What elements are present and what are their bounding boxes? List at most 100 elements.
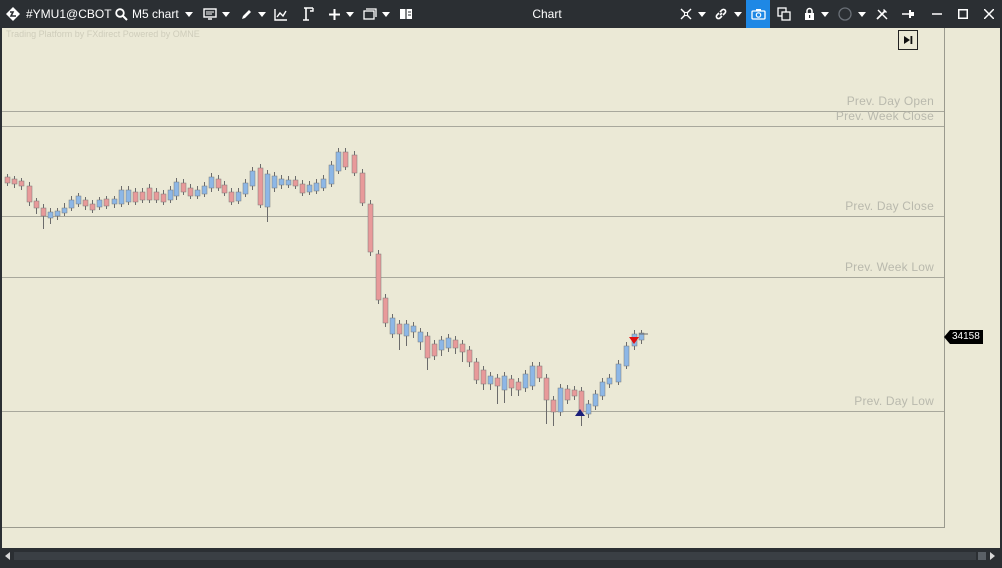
candlestick-21 bbox=[153, 188, 160, 203]
candlestick-65 bbox=[466, 346, 473, 367]
candlestick-72 bbox=[515, 378, 522, 396]
timeframe-dropdown[interactable]: M5 chart bbox=[132, 0, 194, 28]
candlestick-2 bbox=[18, 178, 25, 190]
candlestick-80 bbox=[571, 386, 578, 400]
add-icon[interactable] bbox=[324, 0, 344, 28]
candlestick-77 bbox=[550, 396, 557, 426]
window-layout-icon[interactable] bbox=[360, 0, 380, 28]
candlestick-25 bbox=[180, 179, 187, 195]
candlestick-37 bbox=[264, 170, 271, 222]
template-icon[interactable] bbox=[298, 0, 318, 28]
candlestick-17 bbox=[125, 186, 132, 205]
candlestick-4 bbox=[33, 198, 40, 214]
symbol-label[interactable]: #YMU1@CBOT bbox=[26, 0, 112, 28]
scroll-thumb[interactable] bbox=[978, 552, 986, 560]
candlestick-66 bbox=[473, 358, 480, 384]
candlestick-7 bbox=[54, 208, 61, 220]
candlestick-51 bbox=[367, 200, 374, 256]
candlestick-76 bbox=[543, 374, 550, 424]
candlestick-12 bbox=[89, 200, 96, 213]
indicators-icon[interactable] bbox=[271, 0, 291, 28]
timeframe-text: M5 chart bbox=[132, 7, 179, 21]
maximize-button[interactable] bbox=[952, 0, 974, 28]
candlestick-78 bbox=[557, 384, 564, 416]
candlestick-48 bbox=[342, 148, 349, 170]
add-dropdown-icon[interactable] bbox=[345, 0, 355, 28]
candlestick-55 bbox=[396, 320, 403, 350]
candlestick-81 bbox=[578, 387, 585, 426]
screenshot-camera-icon[interactable] bbox=[746, 0, 770, 28]
candlestick-71 bbox=[508, 375, 515, 396]
tools-icon[interactable] bbox=[872, 0, 892, 28]
candlestick-8 bbox=[61, 203, 68, 216]
candlestick-33 bbox=[235, 188, 242, 204]
candlestick-39 bbox=[278, 175, 285, 189]
candlestick-85 bbox=[606, 374, 613, 388]
search-icon[interactable] bbox=[112, 0, 130, 28]
circle-icon[interactable] bbox=[835, 0, 855, 28]
candlestick-49 bbox=[351, 151, 358, 176]
link-dropdown-icon[interactable] bbox=[733, 0, 743, 28]
candlestick-69 bbox=[494, 374, 501, 404]
minimize-button[interactable] bbox=[926, 0, 948, 28]
candlestick-31 bbox=[221, 181, 228, 196]
pencil-icon[interactable] bbox=[236, 0, 256, 28]
candlestick-83 bbox=[592, 390, 599, 410]
candlestick-35 bbox=[249, 167, 256, 190]
candlestick-3 bbox=[26, 182, 33, 206]
candlestick-52 bbox=[375, 250, 382, 304]
candlestick-34 bbox=[242, 179, 249, 197]
candlestick-58 bbox=[417, 328, 424, 350]
close-button[interactable] bbox=[978, 0, 1000, 28]
horizontal-scrollbar[interactable] bbox=[2, 548, 1000, 564]
candlestick-series bbox=[4, 148, 648, 426]
candlestick-60 bbox=[431, 340, 438, 360]
time-axis-border bbox=[2, 527, 945, 528]
chart-type-icon[interactable] bbox=[200, 0, 220, 28]
candlestick-5 bbox=[40, 204, 47, 229]
candlestick-36 bbox=[257, 164, 264, 208]
candlestick-0 bbox=[4, 174, 11, 186]
app-logo-icon bbox=[4, 0, 22, 28]
price-axis-border bbox=[944, 28, 945, 528]
candlestick-75 bbox=[536, 362, 543, 382]
candlestick-46 bbox=[328, 161, 335, 187]
candlestick-24 bbox=[173, 178, 180, 200]
crosshair-icon[interactable] bbox=[676, 0, 696, 28]
duplicate-icon[interactable] bbox=[774, 0, 794, 28]
drawing-dropdown-icon[interactable] bbox=[257, 0, 267, 28]
lock-dropdown-icon[interactable] bbox=[820, 0, 830, 28]
candlestick-38 bbox=[271, 172, 278, 192]
candlestick-86 bbox=[615, 360, 622, 385]
candlestick-57 bbox=[410, 322, 417, 338]
scroll-track[interactable] bbox=[14, 552, 976, 560]
candlestick-16 bbox=[118, 186, 125, 207]
crosshair-dropdown-icon[interactable] bbox=[697, 0, 707, 28]
candlestick-41 bbox=[292, 176, 299, 189]
candlestick-43 bbox=[306, 181, 313, 195]
book-icon[interactable] bbox=[396, 0, 416, 28]
candlestick-1 bbox=[11, 176, 18, 188]
layout-dropdown-icon[interactable] bbox=[381, 0, 391, 28]
symbol-text: #YMU1@CBOT bbox=[26, 7, 112, 21]
sell-signal-marker bbox=[629, 337, 639, 344]
scroll-right-icon[interactable] bbox=[990, 552, 995, 560]
chart-type-dropdown-icon[interactable] bbox=[221, 0, 231, 28]
lock-icon[interactable] bbox=[800, 0, 818, 28]
scroll-left-icon[interactable] bbox=[5, 552, 10, 560]
candlestick-22 bbox=[160, 190, 167, 205]
candlestick-67 bbox=[480, 366, 487, 390]
pin-icon[interactable] bbox=[898, 0, 918, 28]
circle-dropdown-icon[interactable] bbox=[857, 0, 867, 28]
candlestick-14 bbox=[103, 196, 110, 209]
candlestick-40 bbox=[285, 176, 292, 188]
candlestick-11 bbox=[82, 197, 89, 210]
link-icon[interactable] bbox=[711, 0, 731, 28]
candlestick-87 bbox=[623, 342, 630, 369]
candlestick-47 bbox=[335, 148, 342, 174]
candlestick-79 bbox=[564, 385, 571, 404]
candlestick-13 bbox=[96, 197, 103, 210]
candlestick-15 bbox=[111, 196, 118, 208]
candlestick-32 bbox=[228, 188, 235, 205]
candlestick-20 bbox=[146, 184, 153, 203]
